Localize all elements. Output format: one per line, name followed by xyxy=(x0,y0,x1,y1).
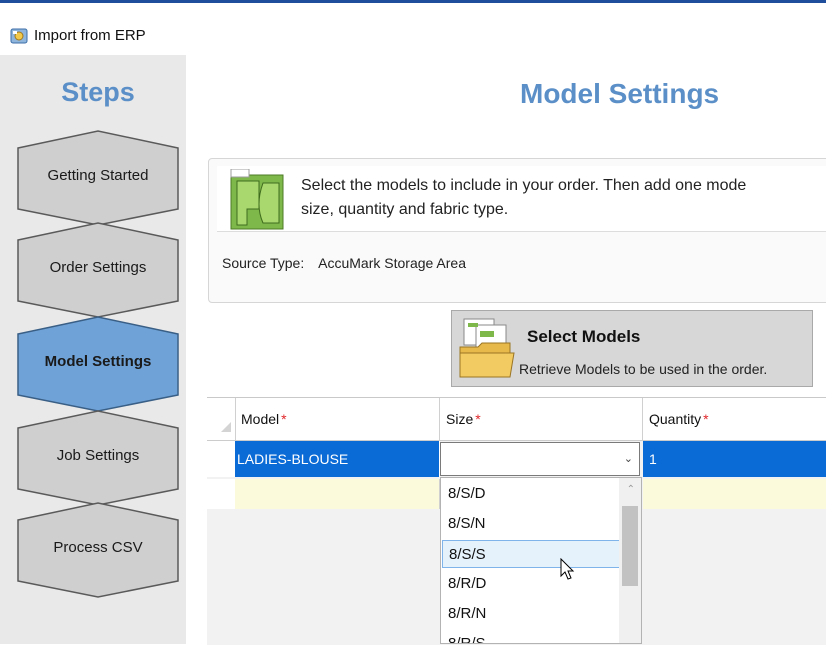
info-line-2: size, quantity and fabric type. xyxy=(301,201,509,218)
required-asterisk: * xyxy=(703,411,709,427)
info-header: Select the models to include in your ord… xyxy=(217,166,826,232)
app-icon xyxy=(10,28,28,44)
required-asterisk: * xyxy=(281,411,287,427)
step-label: Getting Started xyxy=(47,167,149,184)
info-description: Select the models to include in your ord… xyxy=(301,174,826,222)
mouse-pointer-icon xyxy=(560,558,575,580)
select-all-corner[interactable] xyxy=(207,398,236,440)
size-combobox[interactable]: ⌄ xyxy=(440,442,640,476)
grid-header: Model * Size * Quantity * xyxy=(207,398,826,441)
step-model-settings[interactable]: Model Settings xyxy=(17,316,179,412)
select-models-subtitle: Retrieve Models to be used in the order. xyxy=(519,361,768,377)
steps-title: Steps xyxy=(61,77,135,107)
row-header[interactable] xyxy=(207,441,236,477)
step-label: Job Settings xyxy=(56,447,140,464)
cell-model[interactable]: LADIES-BLOUSE xyxy=(235,441,440,477)
column-header-size[interactable]: Size * xyxy=(440,398,643,440)
column-header-label: Model xyxy=(241,411,280,427)
step-label: Model Settings xyxy=(44,353,152,370)
select-models-title: Select Models xyxy=(527,327,641,346)
size-option[interactable]: 8/S/N xyxy=(442,510,620,538)
step-getting-started[interactable]: Getting Started xyxy=(17,130,179,226)
scrollbar-thumb[interactable] xyxy=(622,506,638,586)
column-header-quantity[interactable]: Quantity * xyxy=(643,398,826,440)
source-type-value: AccuMark Storage Area xyxy=(318,255,466,271)
row-header[interactable] xyxy=(207,479,236,509)
window-title: Import from ERP xyxy=(34,27,146,44)
table-row[interactable]: LADIES-BLOUSE ⌄ 1 xyxy=(207,441,826,477)
step-label: Order Settings xyxy=(49,259,147,276)
size-dropdown-list[interactable]: 8/S/D 8/S/N 8/S/S 8/R/D 8/R/N 8/R/S ⌃ xyxy=(440,477,642,644)
page-title: Model Settings xyxy=(520,78,720,109)
column-header-label: Size xyxy=(446,411,474,427)
source-type-row: Source Type: AccuMark Storage Area xyxy=(222,255,466,271)
select-models-button[interactable]: Select Models Retrieve Models to be used… xyxy=(451,310,813,387)
step-job-settings[interactable]: Job Settings xyxy=(17,410,179,506)
title-bar: Import from ERP xyxy=(0,3,826,55)
step-order-settings[interactable]: Order Settings xyxy=(17,222,179,318)
new-row-cell-quantity[interactable] xyxy=(643,479,826,509)
folder-documents-icon xyxy=(459,318,515,378)
dropdown-scrollbar[interactable]: ⌃ xyxy=(619,478,641,643)
scroll-up-arrow-icon[interactable]: ⌃ xyxy=(627,484,635,495)
pattern-pieces-icon xyxy=(230,169,284,230)
size-option[interactable]: 8/R/D xyxy=(442,570,620,598)
column-header-model[interactable]: Model * xyxy=(235,398,440,440)
info-panel: Select the models to include in your ord… xyxy=(208,158,826,303)
info-line-1: Select the models to include in your ord… xyxy=(301,177,747,194)
new-row-cell-model[interactable] xyxy=(235,479,440,509)
size-option[interactable]: 8/S/D xyxy=(442,480,620,508)
chevron-down-icon[interactable]: ⌄ xyxy=(624,452,633,465)
cell-quantity[interactable]: 1 xyxy=(643,441,826,477)
size-option[interactable]: 8/R/S xyxy=(442,630,620,643)
corner-triangle-icon xyxy=(221,422,231,432)
required-asterisk: * xyxy=(475,411,481,427)
size-option-hovered[interactable]: 8/S/S xyxy=(442,540,620,568)
column-header-label: Quantity xyxy=(649,411,702,427)
step-process-csv[interactable]: Process CSV xyxy=(17,502,179,598)
source-type-label: Source Type: xyxy=(222,255,305,271)
size-option[interactable]: 8/R/N xyxy=(442,600,620,628)
step-label: Process CSV xyxy=(53,539,143,556)
